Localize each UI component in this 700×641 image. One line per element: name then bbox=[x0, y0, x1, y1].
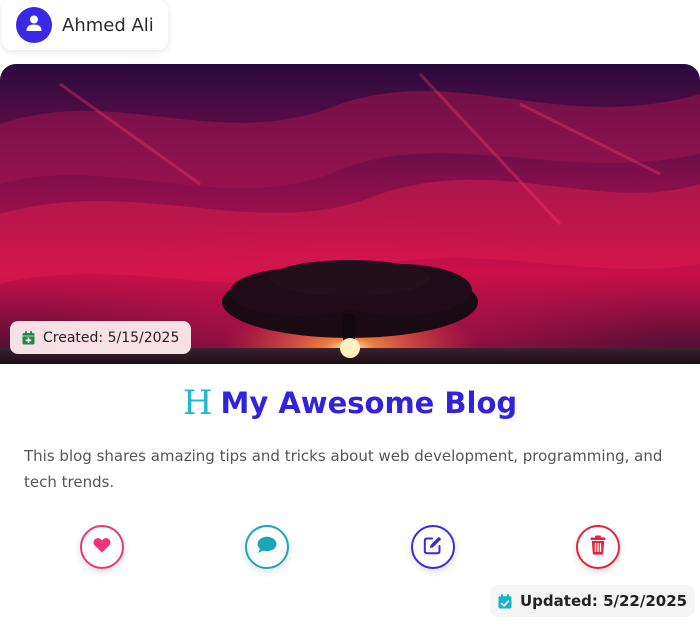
trash-icon bbox=[590, 535, 606, 559]
blog-card: Created: 5/15/2025 H My Awesome Blog Thi… bbox=[0, 64, 700, 641]
edit-button[interactable] bbox=[411, 525, 455, 569]
author-chip[interactable]: Ahmed Ali bbox=[2, 0, 168, 50]
blog-post-view: Ahmed Ali Created: 5/15/2025 H My Awesom… bbox=[0, 0, 700, 641]
blog-title-icon: H bbox=[182, 383, 213, 423]
comment-icon bbox=[257, 536, 277, 558]
comment-button[interactable] bbox=[245, 525, 289, 569]
calendar-plus-icon bbox=[22, 330, 35, 345]
blog-description: This blog shares amazing tips and tricks… bbox=[24, 447, 663, 491]
created-date: Created: 5/15/2025 bbox=[43, 329, 180, 346]
like-button[interactable] bbox=[80, 525, 124, 569]
heart-icon bbox=[93, 537, 111, 557]
updated-date: Updated: 5/22/2025 bbox=[520, 592, 688, 610]
avatar bbox=[16, 7, 52, 43]
title-row: H My Awesome Blog bbox=[0, 386, 700, 420]
author-name: Ahmed Ali bbox=[62, 14, 154, 36]
cover-image bbox=[0, 64, 700, 364]
updated-date-badge: Updated: 5/22/2025 bbox=[490, 585, 696, 617]
calendar-check-icon bbox=[498, 593, 512, 609]
blog-title: My Awesome Blog bbox=[220, 386, 518, 420]
created-date-badge: Created: 5/15/2025 bbox=[10, 321, 192, 354]
user-icon bbox=[25, 14, 43, 36]
delete-button[interactable] bbox=[576, 525, 620, 569]
edit-icon bbox=[423, 535, 443, 559]
